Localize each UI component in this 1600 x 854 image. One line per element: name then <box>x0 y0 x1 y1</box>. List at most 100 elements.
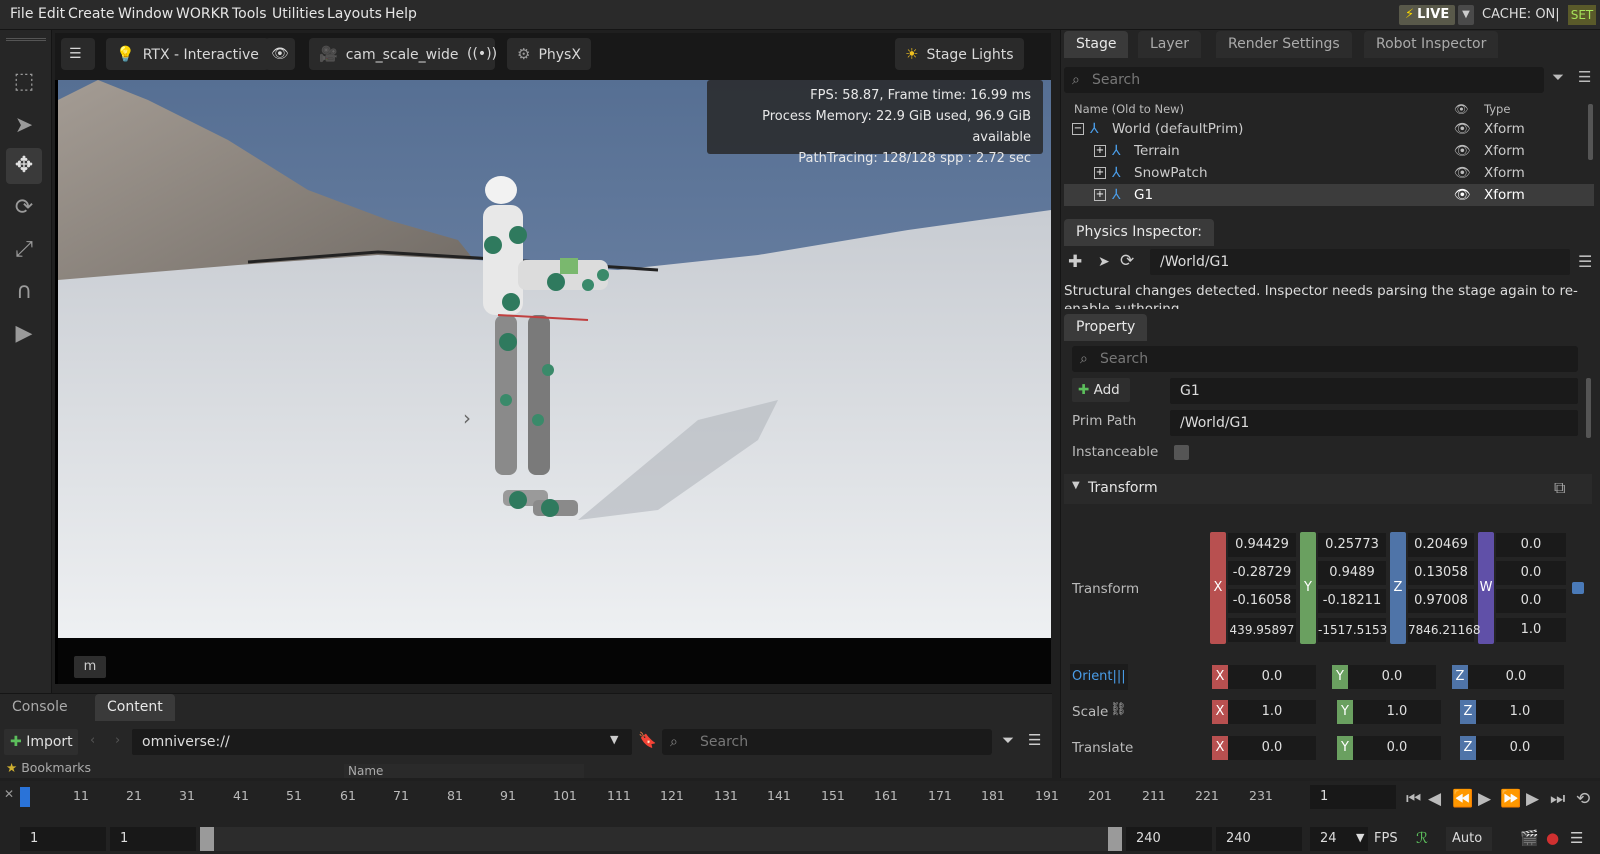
expand-icon[interactable]: + <box>1094 145 1106 157</box>
matrix-cell[interactable]: 1.0 <box>1496 618 1566 642</box>
stage-menu-icon[interactable]: ☰ <box>1578 68 1591 86</box>
visibility-button[interactable]: 👁 <box>265 38 295 70</box>
matrix-cell[interactable]: 0.97008 <box>1408 589 1474 613</box>
stage-row-world[interactable]: − ⅄ World (defaultPrim) 👁 Xform <box>1064 118 1594 140</box>
camera-button[interactable]: 🎥 cam_scale_wide <box>309 38 469 70</box>
next-key-icon[interactable]: ⏩ <box>1500 789 1521 809</box>
scale-z-field[interactable]: 1.0 <box>1476 700 1564 724</box>
stage-row-snowpatch[interactable]: + ⅄ SnowPatch 👁 Xform <box>1064 162 1594 184</box>
physics-path-field[interactable]: /World/G1 <box>1150 249 1570 275</box>
matrix-cell[interactable]: 0.20469 <box>1408 533 1474 557</box>
move-tool-icon[interactable]: ✥ <box>6 148 42 184</box>
range-start-handle[interactable] <box>200 827 214 851</box>
physics-menu-icon[interactable]: ☰ <box>1578 252 1592 271</box>
go-to-start-icon[interactable]: ⏮ <box>1406 789 1421 809</box>
matrix-cell[interactable]: 0.94429 <box>1228 533 1296 557</box>
matrix-cell[interactable]: 0.0 <box>1496 561 1566 585</box>
content-menu-icon[interactable]: ☰ <box>1028 731 1041 749</box>
orient-y-field[interactable]: 0.0 <box>1348 665 1436 689</box>
menu-help[interactable]: Help <box>385 6 417 22</box>
transform-reset-icon[interactable]: ⧉ <box>1554 478 1565 498</box>
menu-create[interactable]: Create <box>68 6 115 22</box>
stage-filter-icon[interactable]: ⏷ <box>1552 68 1564 86</box>
tab-robot-inspector[interactable]: Robot Inspector <box>1364 31 1499 58</box>
play-tool-icon[interactable]: ▶ <box>6 316 42 352</box>
stage-lights-button[interactable]: ☀ Stage Lights <box>895 38 1024 70</box>
set-status[interactable]: SET <box>1568 5 1596 25</box>
viewport-settings-button[interactable]: ☰ <box>61 38 95 70</box>
select-arrow-icon[interactable]: ➤ <box>6 108 42 144</box>
rotate-tool-icon[interactable]: ⟳ <box>6 190 42 226</box>
live-dropdown-button[interactable]: ▼ <box>1458 5 1474 25</box>
range-start-field[interactable]: 1 <box>110 827 196 851</box>
loop-icon[interactable]: ⟲ <box>1576 789 1590 809</box>
range-slider-track[interactable] <box>200 827 1110 851</box>
translate-x-field[interactable]: 0.0 <box>1228 736 1316 760</box>
step-forward-icon[interactable]: ▶ <box>1526 789 1539 809</box>
forward-arrow-icon[interactable]: › <box>115 733 120 748</box>
scale-x-field[interactable]: 1.0 <box>1228 700 1316 724</box>
menu-file[interactable]: File <box>10 6 33 22</box>
audio-button[interactable]: ((•)) <box>461 38 497 70</box>
unit-indicator[interactable]: m <box>74 656 106 678</box>
matrix-cell[interactable]: 0.9489 <box>1318 561 1386 585</box>
viewport-expand-arrow-icon[interactable]: › <box>463 406 471 430</box>
import-button[interactable]: ✚ Import <box>4 729 78 755</box>
bookmark-icon[interactable]: 🔖 <box>638 731 657 749</box>
tab-property[interactable]: Property <box>1064 314 1148 341</box>
transform-section-header[interactable]: ▼ Transform ⧉ <box>1064 474 1592 504</box>
matrix-cell[interactable]: -1517.5153 <box>1318 618 1387 642</box>
matrix-cell[interactable]: 0.25773 <box>1318 533 1386 557</box>
tab-content[interactable]: Content <box>95 694 175 721</box>
matrix-cell[interactable]: -0.16058 <box>1228 589 1296 613</box>
link-icon[interactable]: ⛓ <box>1110 702 1127 717</box>
menu-edit[interactable]: Edit <box>38 6 65 22</box>
snap-magnet-icon[interactable]: ∩ <box>6 274 42 310</box>
matrix-cell[interactable]: 7846.21168 <box>1408 618 1481 642</box>
scale-y-field[interactable]: 1.0 <box>1353 700 1441 724</box>
matrix-cell[interactable]: -0.18211 <box>1318 589 1386 613</box>
instanceable-checkbox[interactable] <box>1174 445 1189 460</box>
tab-stage[interactable]: Stage <box>1064 31 1129 58</box>
play-icon[interactable]: ▶ <box>1478 789 1491 809</box>
bookmarks-item[interactable]: ★ Bookmarks <box>6 760 340 778</box>
matrix-cell[interactable]: -0.28729 <box>1228 561 1296 585</box>
live-button[interactable]: ⚡ LIVE <box>1399 5 1455 25</box>
physx-button[interactable]: ⚙ PhysX <box>507 38 591 70</box>
prev-key-icon[interactable]: ⏪ <box>1452 789 1473 809</box>
orient-z-field[interactable]: 0.0 <box>1468 665 1564 689</box>
select-mode-icon[interactable]: ⬚ <box>6 64 42 100</box>
cache-status[interactable]: CACHE: ON| <box>1482 7 1560 22</box>
translate-y-field[interactable]: 0.0 <box>1353 736 1441 760</box>
content-search-input[interactable]: ⌕ Search <box>662 729 992 755</box>
matrix-cell[interactable]: 0.0 <box>1496 589 1566 613</box>
current-frame-field[interactable]: 1 <box>1310 785 1396 809</box>
timeline-menu-icon[interactable]: ☰ <box>1570 829 1583 847</box>
refresh-icon[interactable]: ⟳ <box>1120 251 1134 271</box>
renderer-button[interactable]: 💡 RTX - Interactive <box>106 38 269 70</box>
stage-row-terrain[interactable]: + ⅄ Terrain 👁 Xform <box>1064 140 1594 162</box>
prim-name-field[interactable]: G1 <box>1170 378 1578 404</box>
record-icon[interactable]: ● <box>1546 829 1559 847</box>
add-icon[interactable]: ✚ <box>1068 252 1082 272</box>
stage-row-g1[interactable]: + ⅄ G1 👁 Xform <box>1064 184 1594 206</box>
path-dropdown-icon[interactable]: ▼ <box>610 733 618 746</box>
menu-layouts[interactable]: Layouts <box>327 6 382 22</box>
tab-render-settings[interactable]: Render Settings <box>1216 31 1352 58</box>
translate-z-field[interactable]: 0.0 <box>1476 736 1564 760</box>
property-scrollbar[interactable] <box>1586 378 1591 438</box>
start-frame-field[interactable]: 1 <box>20 827 106 851</box>
property-search-input[interactable]: ⌕ Search <box>1072 346 1578 372</box>
content-path-field[interactable]: omniverse:// <box>132 729 632 755</box>
tab-layer[interactable]: Layer <box>1138 31 1202 58</box>
expand-icon[interactable]: + <box>1094 167 1106 179</box>
tab-console[interactable]: Console <box>0 694 80 721</box>
transform-keyframe-indicator[interactable] <box>1572 582 1584 594</box>
eye-icon[interactable]: 👁 <box>1454 118 1471 140</box>
stage-search-input[interactable]: ⌕ Search <box>1064 67 1544 93</box>
eye-icon[interactable]: 👁 <box>1454 162 1471 184</box>
eye-icon[interactable]: 👁 <box>1454 184 1471 206</box>
add-button[interactable]: ✚ Add <box>1072 378 1130 402</box>
key-curve-icon[interactable]: ℛ <box>1416 829 1428 847</box>
go-to-end-icon[interactable]: ⏭ <box>1550 789 1565 809</box>
